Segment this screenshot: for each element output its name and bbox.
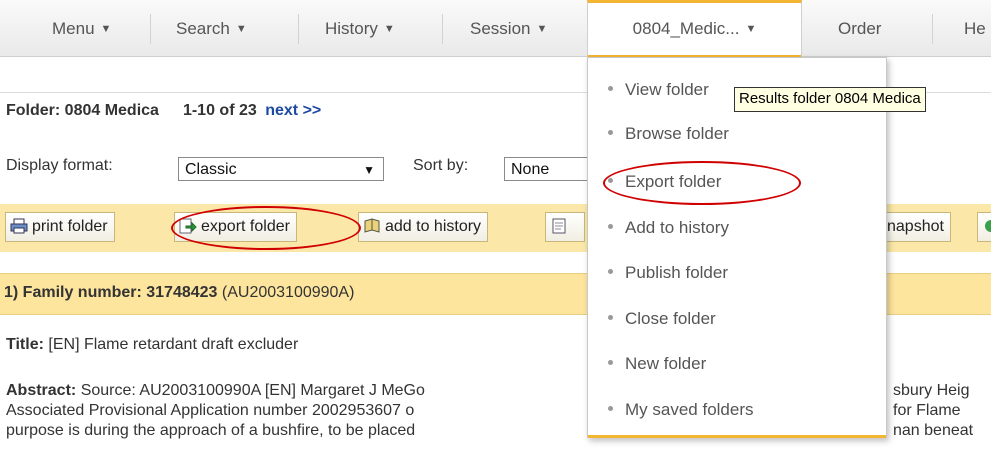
folder-tooltip: Results folder 0804 Medica — [734, 87, 926, 112]
add-to-history-label: add to history — [385, 218, 482, 235]
menu-item-my-saved-folders[interactable]: My saved folders — [608, 400, 754, 420]
bullet-icon — [608, 178, 613, 183]
menu-item-label: Export folder — [625, 172, 722, 191]
bullet-icon — [608, 269, 613, 274]
green-circle-icon — [985, 220, 991, 232]
abstract-text-1-right: sbury Heig — [893, 382, 970, 399]
nav-session[interactable]: Session ▼ — [470, 0, 547, 56]
title-label: Title: — [6, 336, 44, 353]
bullet-icon — [608, 406, 613, 411]
nav-divider — [932, 14, 933, 44]
nav-divider — [150, 14, 151, 44]
bullet-icon — [608, 360, 613, 365]
extra-toolbar-button[interactable] — [977, 212, 991, 242]
top-navigation-bar: Menu ▼ Search ▼ History ▼ Session ▼ 0804_Med… — [0, 0, 991, 58]
bullet-icon — [608, 315, 613, 320]
add-to-history-button[interactable]: add to history — [358, 212, 489, 242]
print-folder-label: print folder — [32, 218, 108, 235]
abstract-text-2: Associated Provisional Application numbe… — [6, 402, 415, 419]
bullet-icon — [608, 130, 613, 135]
chevron-down-icon: ▼ — [383, 23, 395, 35]
abstract-line: Abstract: Source: AU2003100990A [EN] Mar… — [6, 382, 425, 400]
dropdown-arrow-icon: ▼ — [363, 163, 375, 177]
chevron-down-icon: ▼ — [100, 23, 112, 35]
menu-item-publish-folder[interactable]: Publish folder — [608, 263, 728, 283]
export-folder-button[interactable]: export folder — [174, 212, 297, 242]
nav-folder-label: 0804_Medic... — [632, 19, 740, 38]
folder-heading: Folder: 0804 Medica 1-10 of 23 next >> — [6, 102, 321, 120]
print-folder-button[interactable]: print folder — [5, 212, 115, 242]
nav-history[interactable]: History ▼ — [325, 0, 395, 56]
nav-folder-active[interactable]: 0804_Medic... ▼ — [587, 0, 802, 58]
snapshot-button[interactable]: napshot — [880, 212, 951, 242]
snapshot-label: napshot — [887, 218, 944, 235]
menu-item-label: My saved folders — [625, 400, 754, 419]
nav-history-label: History — [325, 19, 378, 38]
menu-item-new-folder[interactable]: New folder — [608, 354, 706, 374]
nav-help[interactable]: He — [964, 0, 986, 56]
abstract-text-3-right: nan beneat — [893, 422, 974, 439]
document-button[interactable] — [545, 212, 585, 242]
nav-help-label: He — [964, 19, 986, 38]
nav-search-label: Search — [176, 19, 230, 38]
menu-item-close-folder[interactable]: Close folder — [608, 309, 716, 329]
menu-item-label: Add to history — [625, 218, 729, 237]
display-format-value: Classic — [185, 161, 237, 178]
export-folder-label: export folder — [201, 218, 290, 235]
nav-divider — [298, 14, 299, 44]
family-code: (AU2003100990A) — [221, 284, 355, 301]
nav-menu[interactable]: Menu ▼ — [52, 0, 111, 56]
document-icon — [552, 218, 566, 234]
abstract-label: Abstract: — [6, 382, 77, 399]
chevron-down-icon: ▼ — [536, 23, 548, 35]
sort-by-select[interactable]: None — [504, 157, 594, 181]
family-number-label: 1) Family number: 31748423 — [4, 284, 218, 301]
result-range: 1-10 of 23 — [182, 102, 257, 119]
sort-by-label: Sort by: — [413, 157, 469, 174]
menu-item-label: New folder — [625, 354, 707, 373]
menu-item-label: View folder — [625, 80, 709, 99]
bullet-icon — [608, 86, 613, 91]
nav-search[interactable]: Search ▼ — [176, 0, 247, 56]
folder-dropdown-menu: View folder Browse folder Export folder … — [587, 57, 887, 438]
folder-title: Folder: 0804 Medica — [6, 102, 159, 119]
menu-item-view-folder[interactable]: View folder — [608, 80, 709, 100]
next-page-link[interactable]: next >> — [265, 102, 321, 119]
display-format-label: Display format: — [6, 157, 113, 174]
nav-divider — [442, 14, 443, 44]
sort-by-value: None — [511, 161, 550, 178]
chevron-down-icon: ▼ — [235, 23, 247, 35]
history-book-icon — [364, 218, 380, 233]
menu-item-label: Close folder — [625, 309, 716, 328]
display-format-select[interactable]: Classic ▼ — [178, 157, 384, 181]
chevron-down-icon: ▼ — [745, 23, 757, 35]
family-number: 1) Family number: 31748423 (AU2003100990… — [4, 284, 354, 302]
menu-item-label: Publish folder — [625, 263, 729, 282]
menu-item-label: Browse folder — [625, 124, 729, 143]
bullet-icon — [608, 224, 613, 229]
nav-order[interactable]: Order — [838, 0, 881, 56]
printer-icon — [10, 218, 28, 234]
abstract-text-3: purpose is during the approach of a bush… — [6, 422, 416, 439]
menu-item-add-to-history[interactable]: Add to history — [608, 218, 729, 238]
menu-item-browse-folder[interactable]: Browse folder — [608, 124, 729, 144]
nav-order-label: Order — [838, 19, 882, 38]
title-value: [EN] Flame retardant draft excluder — [48, 336, 299, 353]
abstract-text-2-right: for Flame — [893, 402, 961, 419]
menu-item-export-folder[interactable]: Export folder — [608, 172, 721, 192]
abstract-text-1: Source: AU2003100990A [EN] Margaret J Me… — [80, 382, 425, 399]
result-title: Title: [EN] Flame retardant draft exclud… — [6, 336, 298, 354]
export-icon — [179, 218, 197, 234]
nav-session-label: Session — [470, 19, 531, 38]
nav-menu-label: Menu — [52, 19, 95, 38]
